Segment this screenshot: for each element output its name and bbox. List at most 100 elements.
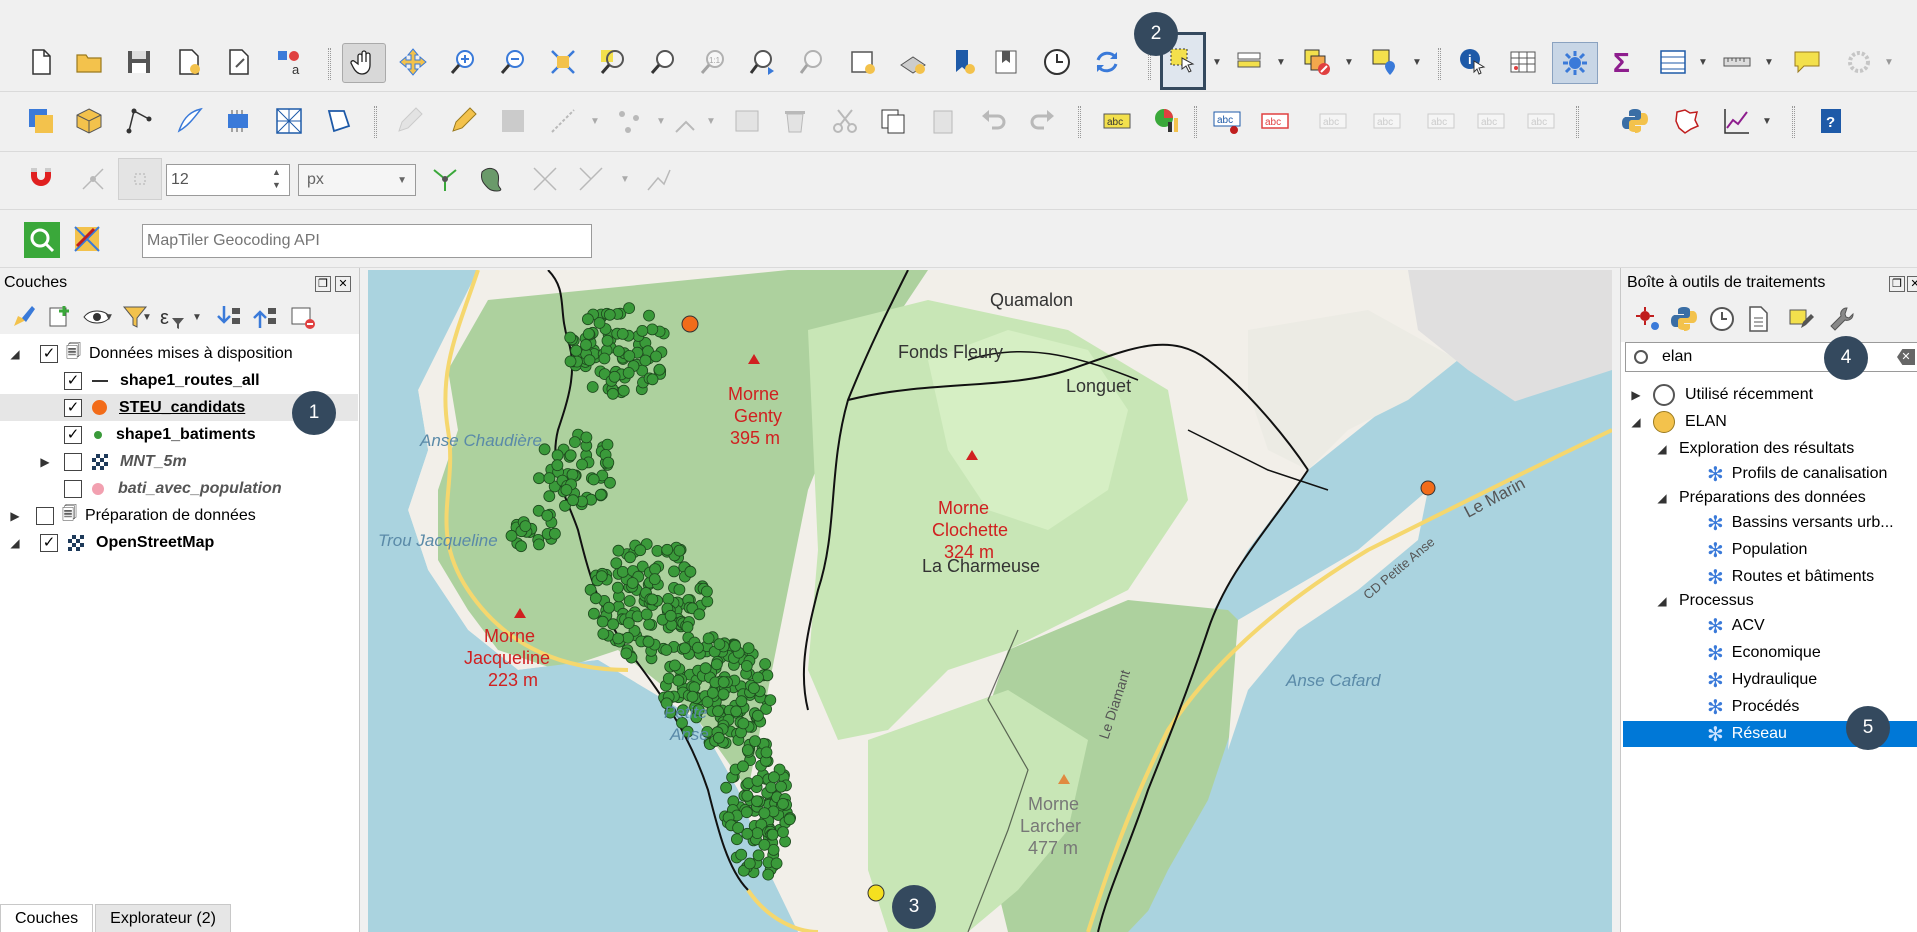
new-virtual-layer-icon[interactable]	[222, 104, 256, 138]
profile-tool-icon[interactable]	[1720, 104, 1754, 138]
float-panel-icon[interactable]: ❐	[1889, 276, 1905, 292]
select-by-location-icon[interactable]	[1368, 45, 1402, 79]
layer-checkbox[interactable]	[64, 479, 82, 498]
remove-layer-icon[interactable]	[286, 300, 320, 334]
tree-item-group[interactable]: ◢ Exploration des résultats	[1655, 436, 1854, 462]
select-by-attribute-icon[interactable]	[1232, 45, 1266, 79]
history-clock-icon[interactable]	[1705, 302, 1739, 336]
label-tool-icon[interactable]: abc	[1100, 104, 1134, 138]
copy-features-icon[interactable]	[876, 104, 910, 138]
zoom-to-layer-icon[interactable]	[646, 45, 680, 79]
diagram-options-icon[interactable]	[1150, 104, 1184, 138]
expand-arrow-icon[interactable]: ▶	[8, 509, 22, 523]
layer-checkbox[interactable]: ✓	[64, 398, 82, 417]
expand-arrow-icon[interactable]: ▶	[38, 455, 52, 469]
expand-arrow-icon[interactable]: ◢	[1655, 594, 1669, 608]
tree-item-elan[interactable]: ◢ ELAN	[1629, 409, 1727, 435]
python-console-icon[interactable]	[1618, 104, 1652, 138]
chevron-down-icon[interactable]: ▼	[1762, 116, 1772, 127]
map-svg[interactable]: Quamalon Fonds Fleury Longuet Morne Gent…	[368, 270, 1612, 932]
new-map-view-icon[interactable]	[846, 45, 880, 79]
steu-point[interactable]	[1420, 480, 1436, 496]
layer-row[interactable]: ✓ shape1_batiments	[64, 421, 256, 448]
temporal-controller-icon[interactable]	[1040, 45, 1074, 79]
snapping-magnet-icon[interactable]	[24, 162, 58, 196]
expand-arrow-icon[interactable]: ▶	[1629, 388, 1643, 402]
layer-group-row[interactable]: ◢ ✓ 🗐 Données mises à disposition	[8, 340, 293, 367]
save-project-icon[interactable]	[122, 45, 156, 79]
measure-line-icon[interactable]	[1720, 45, 1754, 79]
deselect-all-icon[interactable]	[1300, 45, 1334, 79]
identify-features-icon[interactable]: i	[1456, 45, 1490, 79]
snap-unit-select[interactable]: px ▼	[298, 164, 416, 196]
data-source-manager-icon[interactable]	[24, 104, 58, 138]
chevron-down-icon[interactable]: ▼	[1212, 57, 1222, 68]
tree-item-algorithm[interactable]: ✻ Profils de canalisation	[1707, 461, 1887, 487]
map-tips-icon[interactable]	[1790, 45, 1824, 79]
close-panel-icon[interactable]: ✕	[335, 276, 351, 292]
expand-arrow-icon[interactable]: ◢	[1655, 442, 1669, 456]
tree-item-group[interactable]: ◢ Processus	[1655, 588, 1753, 614]
expand-arrow-icon[interactable]: ◢	[8, 347, 22, 361]
highlight-pinned-labels-icon[interactable]: abc	[1258, 104, 1292, 138]
new-project-icon[interactable]	[24, 45, 58, 79]
expand-arrow-icon[interactable]: ◢	[1655, 491, 1669, 505]
highlight-point[interactable]	[867, 884, 885, 902]
zoom-out-icon[interactable]	[496, 45, 530, 79]
zoom-last-icon[interactable]	[746, 45, 780, 79]
expand-all-icon[interactable]	[212, 300, 246, 334]
tree-item-algorithm[interactable]: ✻ Economique	[1707, 640, 1821, 666]
filter-by-expression-icon[interactable]: ε	[154, 300, 188, 334]
chevron-down-icon[interactable]: ▼	[1764, 57, 1774, 68]
pin-labels-icon[interactable]: abc	[1210, 104, 1244, 138]
geocoding-plugin-icon[interactable]	[70, 222, 104, 256]
locator-search-icon[interactable]	[24, 222, 60, 258]
new-3d-view-icon[interactable]	[896, 45, 930, 79]
plugin-map-icon[interactable]	[1670, 104, 1704, 138]
tree-item-algorithm[interactable]: ✻ Bassins versants urb...	[1707, 510, 1894, 536]
layer-checkbox[interactable]: ✓	[40, 344, 58, 363]
chevron-down-icon[interactable]: ▼	[1884, 57, 1894, 68]
chevron-down-icon[interactable]: ▼	[1276, 57, 1286, 68]
geocoding-search-input[interactable]	[142, 224, 592, 258]
chevron-down-icon[interactable]: ▼	[192, 312, 202, 323]
chevron-down-icon[interactable]: ▼	[1344, 57, 1354, 68]
pan-to-selection-icon[interactable]	[396, 45, 430, 79]
layer-checkbox[interactable]: ✓	[64, 371, 82, 390]
new-temporary-layer-icon[interactable]	[172, 104, 206, 138]
tab-explorateur[interactable]: Explorateur (2)	[95, 904, 231, 932]
layer-styling-brush-icon[interactable]	[6, 300, 40, 334]
processing-toolbox-icon[interactable]	[1552, 42, 1598, 84]
chevron-down-icon[interactable]: ▼	[1698, 57, 1708, 68]
new-shapefile-icon[interactable]	[122, 104, 156, 138]
chevron-down-icon[interactable]: ▼	[104, 312, 114, 323]
help-icon[interactable]: ?	[1814, 104, 1848, 138]
spin-arrows-icon[interactable]: ▲ ▼	[272, 166, 281, 192]
chevron-down-icon[interactable]: ▼	[142, 312, 152, 323]
layer-checkbox[interactable]: ✓	[40, 533, 58, 552]
layer-row[interactable]: bati_avec_population	[64, 475, 282, 502]
tree-item-algorithm[interactable]: ✻ Population	[1707, 537, 1807, 563]
processing-search-box[interactable]: elan ✕	[1625, 342, 1917, 372]
layer-row[interactable]: ✓ shape1_routes_all	[64, 367, 260, 394]
float-panel-icon[interactable]: ❐	[315, 276, 331, 292]
tree-item-recent[interactable]: ▶ Utilisé récemment	[1629, 382, 1813, 408]
toggle-editing-pencil-icon[interactable]	[446, 104, 480, 138]
add-group-icon[interactable]	[42, 300, 76, 334]
tree-item-algorithm[interactable]: ✻ Hydraulique	[1707, 667, 1817, 693]
tree-item-algorithm[interactable]: ✻ ACV	[1707, 613, 1765, 639]
open-field-calculator-icon[interactable]	[1656, 45, 1690, 79]
style-manager-icon[interactable]: a	[272, 45, 306, 79]
new-mesh-layer-icon[interactable]	[272, 104, 306, 138]
options-wrench-icon[interactable]	[1825, 302, 1859, 336]
results-viewer-icon[interactable]	[1741, 302, 1775, 336]
layer-checkbox[interactable]	[36, 506, 54, 525]
topological-editing-icon[interactable]	[428, 162, 462, 196]
layer-group-row[interactable]: ▶ 🗐 Préparation de données	[8, 502, 256, 529]
layer-checkbox[interactable]	[64, 452, 82, 471]
refresh-icon[interactable]	[1090, 45, 1124, 79]
zoom-in-icon[interactable]	[446, 45, 480, 79]
edit-features-inplace-icon[interactable]	[1785, 302, 1819, 336]
avoid-overlap-icon[interactable]	[476, 162, 510, 196]
map-canvas[interactable]: Quamalon Fonds Fleury Longuet Morne Gent…	[368, 270, 1612, 932]
